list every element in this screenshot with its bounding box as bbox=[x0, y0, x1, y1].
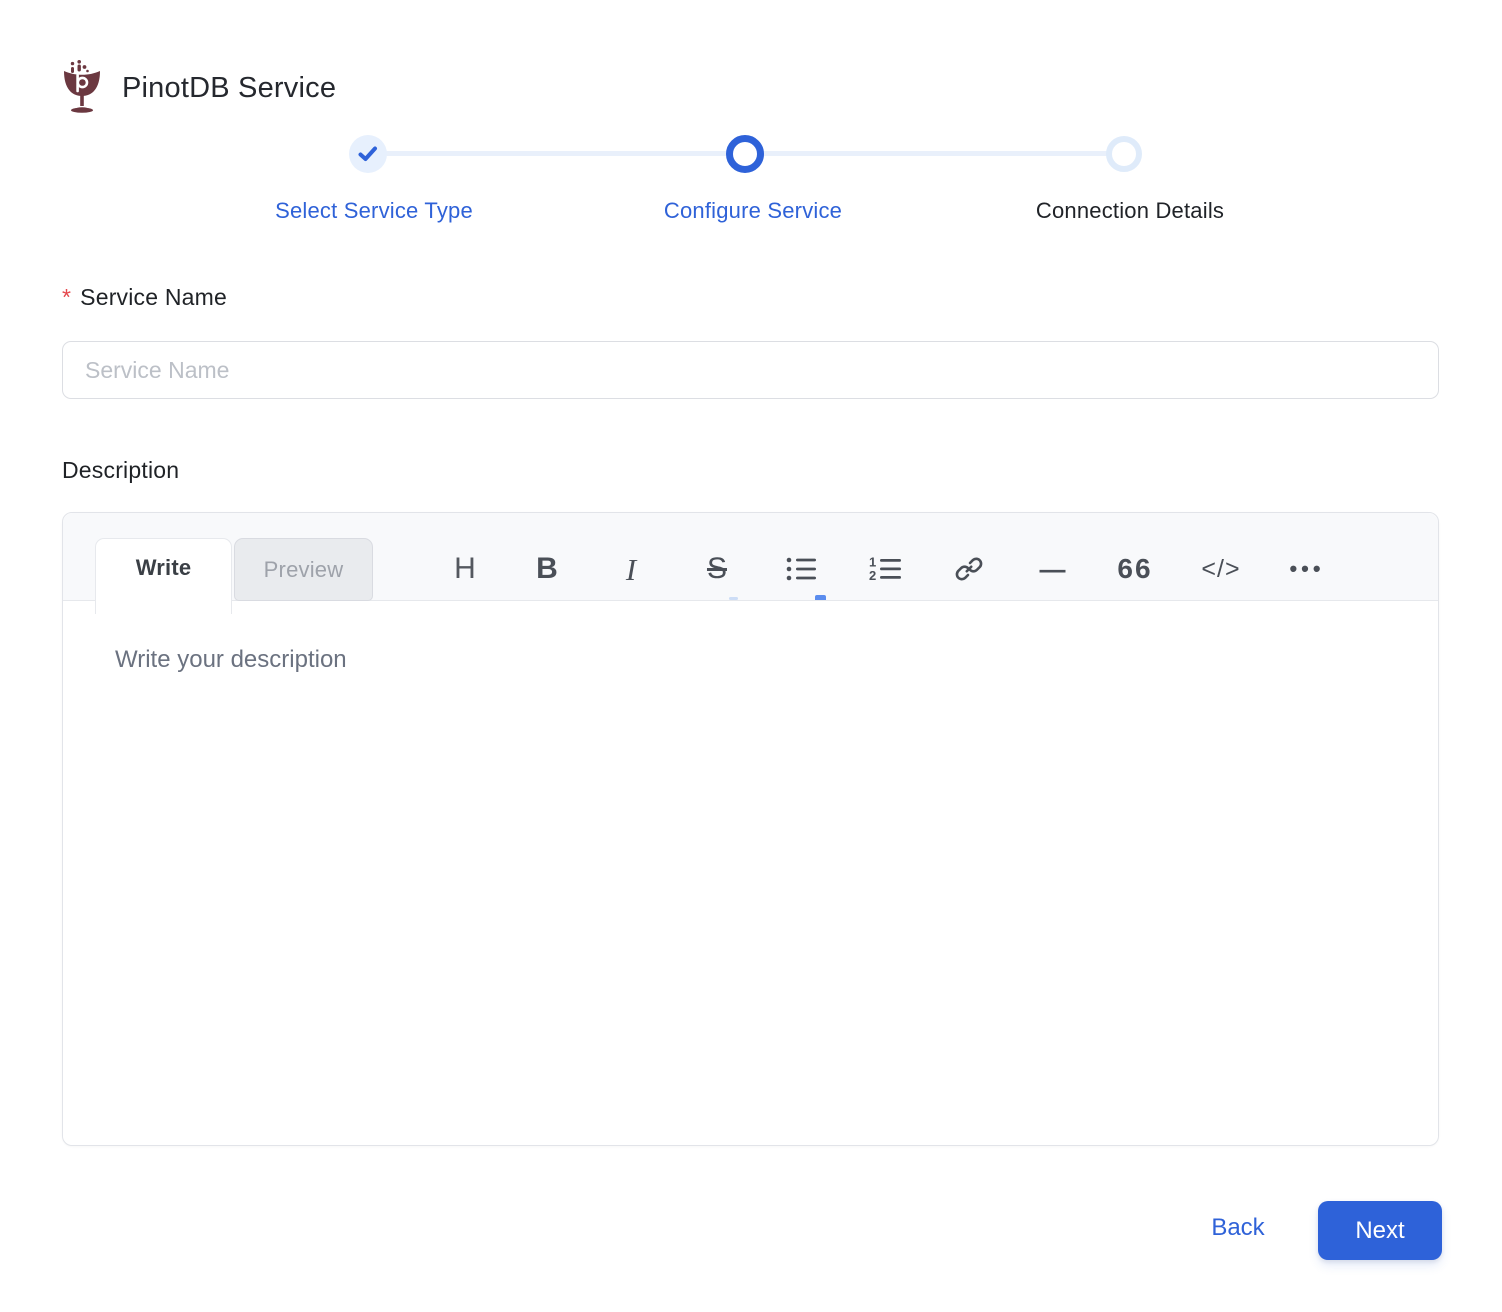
step-2-active-indicator[interactable] bbox=[726, 135, 764, 173]
bulleted-list-icon bbox=[786, 556, 818, 582]
strikethrough-icon: S bbox=[707, 554, 727, 584]
svg-text:2: 2 bbox=[869, 568, 876, 582]
code-icon: </> bbox=[1201, 557, 1240, 582]
check-icon bbox=[358, 146, 378, 162]
service-name-label: * Service Name bbox=[62, 284, 227, 311]
editor-write-area bbox=[63, 602, 1438, 1145]
page-title: PinotDB Service bbox=[122, 72, 336, 105]
description-label: Description bbox=[62, 457, 179, 484]
heading-button[interactable]: H bbox=[439, 543, 491, 595]
quote-icon: 66 bbox=[1117, 555, 1152, 583]
required-asterisk: * bbox=[62, 284, 71, 310]
numbered-list-icon: 1 2 bbox=[869, 556, 901, 582]
code-button[interactable]: </> bbox=[1195, 543, 1247, 595]
tab-write[interactable]: Write bbox=[95, 538, 232, 614]
step-label-select-service-type[interactable]: Select Service Type bbox=[214, 198, 534, 224]
bulleted-list-button[interactable] bbox=[776, 543, 828, 595]
back-button[interactable]: Back bbox=[1188, 1214, 1288, 1242]
editor-toolbar: Write Preview H B I S bbox=[63, 513, 1438, 601]
link-button[interactable] bbox=[943, 543, 995, 595]
service-name-label-text: Service Name bbox=[80, 284, 227, 310]
italic-icon: I bbox=[626, 554, 636, 585]
numbered-list-button[interactable]: 1 2 bbox=[859, 543, 911, 595]
step-3-pending-indicator[interactable] bbox=[1106, 136, 1142, 172]
more-options-icon: ••• bbox=[1289, 558, 1324, 580]
bulleted-list-clipped-fragment bbox=[729, 597, 738, 600]
more-options-button[interactable]: ••• bbox=[1281, 543, 1333, 595]
bold-button[interactable]: B bbox=[521, 543, 573, 595]
strikethrough-button[interactable]: S bbox=[691, 543, 743, 595]
bold-icon: B bbox=[536, 554, 558, 584]
service-name-input[interactable] bbox=[62, 341, 1439, 399]
description-textarea[interactable] bbox=[63, 602, 1438, 1145]
step-label-connection-details[interactable]: Connection Details bbox=[970, 198, 1290, 224]
stepper-connector-1 bbox=[368, 151, 745, 156]
numbered-list-clipped-fragment bbox=[815, 595, 826, 600]
horizontal-rule-button[interactable]: — bbox=[1026, 543, 1078, 595]
link-icon bbox=[954, 554, 984, 584]
italic-button[interactable]: I bbox=[605, 543, 657, 595]
quote-button[interactable]: 66 bbox=[1109, 543, 1161, 595]
description-markdown-editor: Write Preview H B I S bbox=[62, 512, 1439, 1146]
step-1-completed-indicator[interactable] bbox=[349, 135, 387, 173]
horizontal-rule-icon: — bbox=[1040, 556, 1065, 582]
heading-icon: H bbox=[454, 554, 476, 584]
page-header: PinotDB Service bbox=[60, 60, 336, 116]
tab-preview[interactable]: Preview bbox=[234, 538, 373, 601]
pinotdb-service-wizard: PinotDB Service Select Service Type Conf… bbox=[0, 0, 1502, 1312]
stepper-connector-2 bbox=[745, 151, 1124, 156]
pinotdb-logo-icon bbox=[60, 60, 104, 116]
next-button[interactable]: Next bbox=[1318, 1201, 1442, 1260]
step-label-configure-service[interactable]: Configure Service bbox=[593, 198, 913, 224]
